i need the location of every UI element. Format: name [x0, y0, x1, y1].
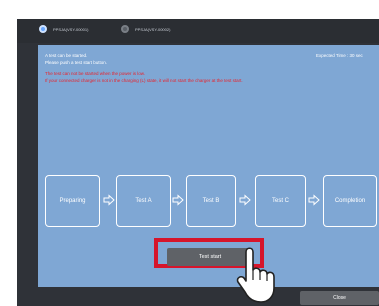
step-test-b: Test B: [186, 175, 236, 227]
info-line-2: Please push a test start button.: [45, 60, 108, 65]
step-completion: Completion: [323, 175, 377, 227]
arrow-right-icon: [172, 194, 184, 206]
radio-selected-icon: [39, 25, 47, 33]
step-test-a: Test A: [116, 175, 171, 227]
arrow-right-icon: [239, 194, 251, 206]
info-line-1: A test can be started.: [45, 53, 88, 58]
arrow-right-icon: [103, 194, 115, 206]
close-button[interactable]: Close: [300, 291, 379, 305]
pointing-hand-icon: [236, 247, 275, 303]
step-preparing: Preparing: [45, 175, 100, 227]
device-radio-2[interactable]: PPSJA(VSY-00002): [121, 25, 170, 33]
device-radio-2-label: PPSJA(VSY-00002): [135, 26, 171, 32]
step-test-c: Test C: [255, 175, 306, 227]
device-selector-bar: PPSJA(VSY-00001) PPSJA(VSY-00002): [17, 19, 379, 43]
device-radio-1[interactable]: PPSJA(VSY-00001): [39, 25, 88, 33]
device-radio-1-label: PPSJA(VSY-00001): [53, 26, 89, 32]
arrow-right-icon: [308, 194, 320, 206]
radio-unselected-icon: [121, 25, 129, 33]
expected-time: Expected Time : 30 sec: [316, 53, 363, 58]
warning-line-1: The test can not be started when the pow…: [45, 71, 146, 76]
warning-line-2: If your connected charger is not in the …: [45, 78, 243, 83]
